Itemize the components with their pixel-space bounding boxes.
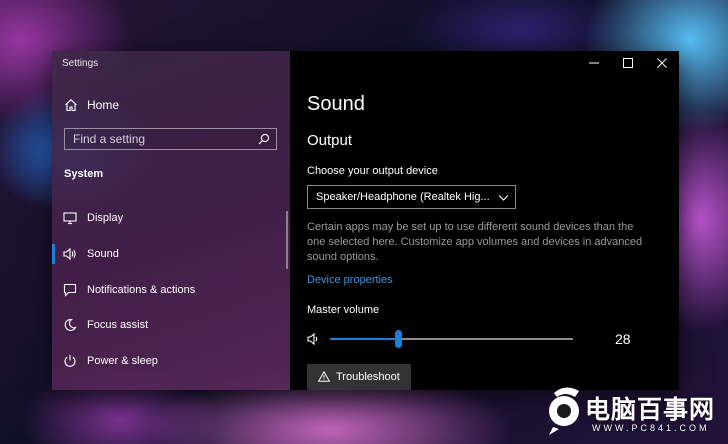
master-volume-slider[interactable] [330, 328, 573, 350]
sidebar-item-label: Display [87, 212, 124, 224]
close-button[interactable] [645, 51, 679, 75]
content-pane: Sound Output Choose your output device S… [290, 51, 679, 390]
sidebar-item-label: Notifications & actions [87, 284, 196, 296]
device-properties-link[interactable]: Device properties [307, 274, 393, 286]
logo-mark [549, 387, 579, 435]
master-volume-label: Master volume [307, 304, 380, 316]
maximize-button[interactable] [611, 51, 645, 75]
selection-indicator [52, 244, 55, 264]
moon-icon [64, 318, 77, 331]
maximize-icon [623, 58, 633, 68]
speaker-icon [63, 247, 76, 261]
chevron-down-icon [498, 195, 509, 201]
slider-fill [330, 338, 399, 340]
troubleshoot-label: Troubleshoot [336, 371, 400, 383]
search-icon[interactable] [258, 133, 270, 145]
site-watermark: 电脑百事网 WWW.PC841.COM [545, 383, 725, 441]
output-device-label: Choose your output device [307, 165, 438, 177]
sidebar-item-sound[interactable]: Sound [52, 241, 290, 267]
display-icon [63, 212, 77, 225]
settings-window: Settings Home System [52, 51, 679, 390]
sidebar-item-display[interactable]: Display [52, 205, 290, 231]
navigation-pane: Settings Home System [52, 51, 290, 390]
notification-icon [63, 283, 77, 297]
section-heading-system: System [64, 168, 104, 180]
home-icon [65, 99, 77, 112]
output-device-value: Speaker/Headphone (Realtek Hig... [316, 191, 490, 203]
master-volume-value: 28 [615, 331, 631, 347]
window-controls [577, 51, 679, 75]
watermark-url: WWW.PC841.COM [592, 423, 710, 433]
search-box [64, 128, 277, 150]
sidebar-item-label: Focus assist [87, 319, 149, 331]
sidebar-item-label: Sound [87, 248, 119, 260]
warning-icon [318, 371, 330, 382]
speaker-icon[interactable] [307, 332, 321, 346]
close-icon [657, 58, 667, 68]
watermark-brand: 电脑百事网 [585, 396, 716, 424]
output-device-dropdown[interactable]: Speaker/Headphone (Realtek Hig... [307, 185, 516, 209]
output-heading: Output [307, 132, 353, 149]
sidebar-item-label: Home [87, 98, 120, 112]
sidebar-item-notifications[interactable]: Notifications & actions [52, 277, 290, 303]
output-description: Certain apps may be set up to use differ… [307, 221, 643, 263]
master-volume-row: 28 [307, 328, 637, 350]
minimize-icon [589, 62, 599, 64]
app-title: Settings [62, 58, 99, 69]
sidebar-item-home[interactable]: Home [52, 93, 290, 117]
page-title: Sound [307, 93, 365, 115]
sidebar-scrollbar[interactable] [286, 211, 288, 269]
sidebar-item-focus-assist[interactable]: Focus assist [52, 312, 290, 338]
search-input[interactable] [65, 129, 253, 149]
slider-thumb[interactable] [395, 330, 403, 348]
troubleshoot-button[interactable]: Troubleshoot [307, 364, 411, 390]
power-icon [64, 355, 76, 367]
desktop-background: Settings Home System [0, 0, 728, 444]
minimize-button[interactable] [577, 51, 611, 75]
sidebar-item-label: Power & sleep [87, 355, 158, 367]
sidebar-item-power-sleep[interactable]: Power & sleep [52, 348, 290, 374]
